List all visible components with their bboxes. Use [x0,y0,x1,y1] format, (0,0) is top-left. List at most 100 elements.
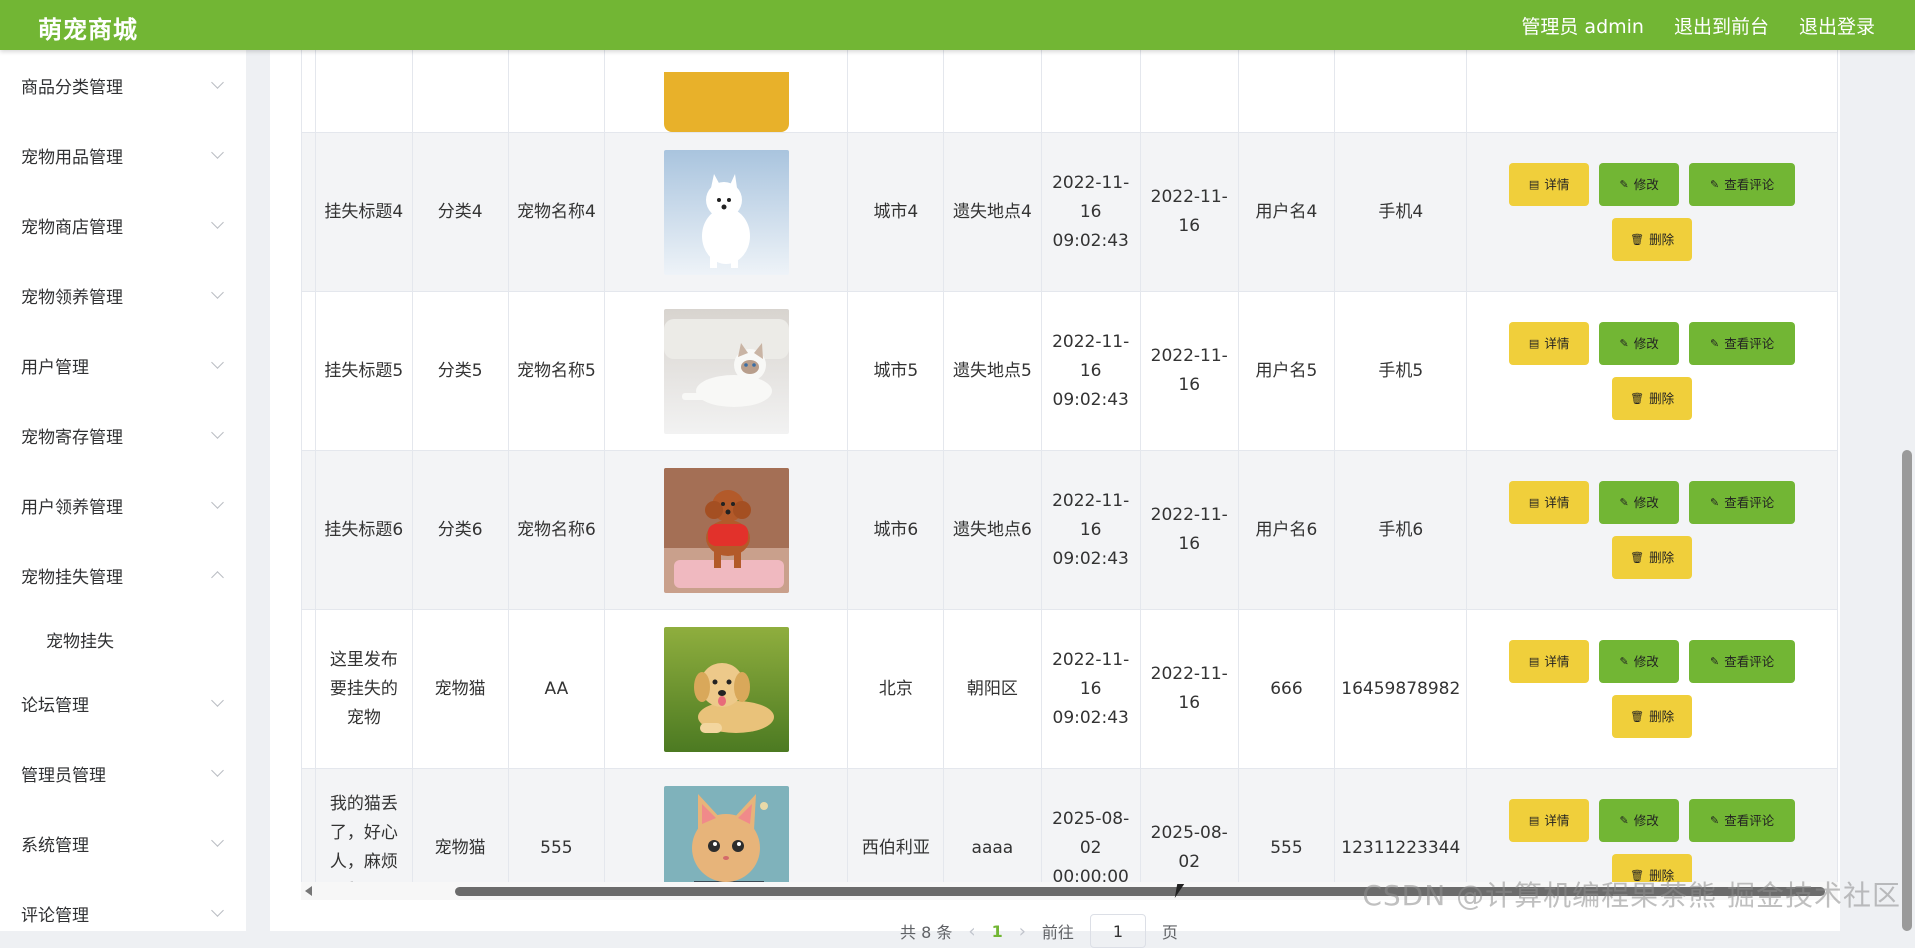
view-comments-button[interactable]: ✎ 查看评论 [1689,322,1796,365]
cell-title: 我的猫丢了，好心人，麻烦看一下 [314,768,413,882]
cell-phone: 手机4 [1334,132,1468,292]
sidebar-item-supplies[interactable]: 宠物用品管理 [0,120,246,190]
sidebar-item-system[interactable]: 系统管理 [0,808,246,878]
current-page[interactable]: 1 [992,922,1003,941]
chevron-down-icon [211,146,224,159]
cell-date: 2025-08-02 [1139,768,1239,882]
edit-label: 修改 [1633,654,1659,669]
logout-link[interactable]: 退出登录 [1799,12,1875,39]
cell-city: 北京 [847,609,945,769]
detail-button[interactable]: ▤ 详情 [1509,481,1590,524]
exit-to-frontend-link[interactable]: 退出到前台 [1674,12,1769,39]
cell-phone: 12311223344 [1334,768,1468,882]
detail-button[interactable]: ▤ 详情 [1509,640,1590,683]
cell-actions: ▤ 详情 ✎ 修改 ✎ 查看评论 🗑 删除 [1466,450,1838,610]
delete-button[interactable]: 🗑 删除 [1612,695,1693,738]
pet-image [663,149,789,275]
edit-button[interactable]: ✎ 修改 [1599,799,1680,842]
cell-published: 2022-11-16 09:02:43 [1040,291,1141,451]
cell-date: 2022-11-16 [1139,450,1239,610]
pencil-icon: ✎ [1710,655,1720,668]
detail-button[interactable]: ▤ 详情 [1509,163,1590,206]
cell-city: 西伯利亚 [847,768,945,882]
sidebar-item-adoption[interactable]: 宠物领养管理 [0,260,246,330]
delete-label: 删除 [1649,232,1675,247]
sidebar-item-label: 管理员管理 [21,765,106,786]
sidebar-item-lost-pets[interactable]: 宠物挂失管理 [0,540,246,610]
chevron-down-icon [211,834,224,847]
prev-page-icon[interactable]: ‹ [968,921,975,942]
comments-label: 查看评论 [1724,813,1775,828]
detail-button[interactable]: ▤ 详情 [1509,799,1590,842]
view-comments-button[interactable]: ✎ 查看评论 [1689,163,1796,206]
view-comments-button[interactable]: ✎ 查看评论 [1689,799,1796,842]
delete-button[interactable]: 🗑 删除 [1612,218,1693,261]
cell-place: aaaa [943,768,1042,882]
sidebar-item-admins[interactable]: 管理员管理 [0,738,246,808]
detail-label: 详情 [1544,336,1570,351]
trash-icon: 🗑 [1630,233,1645,246]
sidebar-item-category[interactable]: 商品分类管理 [0,50,246,120]
edit-label: 修改 [1633,177,1659,192]
sidebar-item-user-adoption[interactable]: 用户领养管理 [0,470,246,540]
delete-button[interactable]: 🗑 删除 [1612,536,1693,579]
view-comments-button[interactable]: ✎ 查看评论 [1689,640,1796,683]
edit-button[interactable]: ✎ 修改 [1599,163,1680,206]
sidebar-item-users[interactable]: 用户管理 [0,330,246,400]
cell-title: 挂失标题5 [314,291,413,451]
watermark: CSDN @计算机编程果茶熊 掘金技术社区 [1362,879,1901,912]
detail-label: 详情 [1544,177,1570,192]
goto-page-input[interactable]: 1 [1089,914,1146,948]
goto-label: 前往 [1041,923,1074,942]
sidebar-item-label: 宠物用品管理 [21,147,123,168]
chevron-up-icon [211,571,224,584]
detail-button[interactable]: ▤ 详情 [1509,322,1590,365]
table-row: 这里发布要挂失的宠物 宠物猫 AA 北京 朝阳区 2022-11-16 09:02:43 2… [301,609,1838,769]
sidebar: 商品分类管理 宠物用品管理 宠物商店管理 宠物领养管理 用户管理 宠物寄存管理 … [0,50,246,931]
document-icon: ▤ [1528,178,1540,191]
table-row: 挂失标题6 分类6 宠物名称6 城市6 遗失地点6 2022-11-16 09:02:43… [301,450,1838,610]
document-icon: ▤ [1528,337,1540,350]
admin-user-link[interactable]: 管理员 admin [1521,12,1644,39]
sidebar-item-boarding[interactable]: 宠物寄存管理 [0,400,246,470]
cell-phone: 手机5 [1334,291,1468,451]
sidebar-item-label: 用户领养管理 [21,497,123,518]
sidebar-item-shop[interactable]: 宠物商店管理 [0,190,246,260]
view-comments-button[interactable]: ✎ 查看评论 [1689,481,1796,524]
pencil-icon: ✎ [1710,178,1720,191]
cell-user: 用户名5 [1237,291,1336,451]
sidebar-item-label: 宠物商店管理 [21,217,123,238]
cell-user: 666 [1237,609,1336,769]
cell-title: 挂失标题4 [314,132,413,292]
edit-button[interactable]: ✎ 修改 [1599,640,1680,683]
sidebar-item-label: 系统管理 [21,835,89,856]
chevron-down-icon [211,904,224,917]
edit-button[interactable]: ✎ 修改 [1599,322,1680,365]
next-page-icon[interactable]: › [1019,921,1026,942]
lost-pet-table-wrap: 挂失标题4 分类4 宠物名称4 城市4 遗失地点4 2022-11-16 09:02:43… [301,50,1838,882]
cell-date: 2022-11-16 [1139,609,1239,769]
vertical-scrollbar[interactable] [1902,450,1912,931]
comments-label: 查看评论 [1724,336,1775,351]
scroll-left-icon[interactable] [305,886,312,896]
chevron-down-icon [211,694,224,707]
sidebar-item-comments[interactable]: 评论管理 [0,878,246,931]
sidebar-item-label: 论坛管理 [21,695,89,716]
sidebar-subitem-lost-pet[interactable]: 宠物挂失 [0,610,246,668]
detail-label: 详情 [1544,813,1570,828]
cell-actions: ▤ 详情 ✎ 修改 ✎ 查看评论 🗑 删除 [1466,132,1838,292]
pencil-icon: ✎ [1710,814,1720,827]
comments-label: 查看评论 [1724,495,1775,510]
sidebar-item-forum[interactable]: 论坛管理 [0,668,246,738]
edit-button[interactable]: ✎ 修改 [1599,481,1680,524]
cell-image [604,450,849,610]
cell-pet-name: 宠物名称6 [507,450,606,610]
pencil-icon: ✎ [1619,814,1629,827]
pet-image [663,72,789,132]
cell-category: 分类4 [411,132,509,292]
delete-button[interactable]: 🗑 删除 [1612,377,1693,420]
chevron-down-icon [211,286,224,299]
row-gutter [301,450,316,610]
trash-icon: 🗑 [1630,710,1645,723]
cell-user: 用户名6 [1237,450,1336,610]
